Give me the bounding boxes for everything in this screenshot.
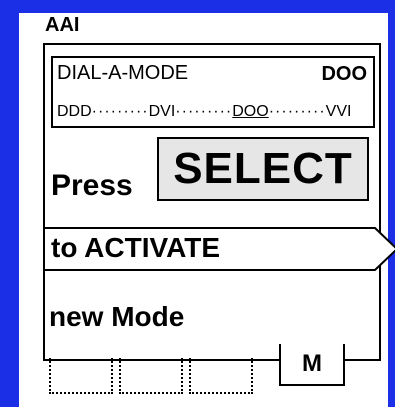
mode-option-vvi[interactable]: VVI	[326, 103, 352, 120]
device-screen: AAI DIAL-A-MODE DOO DDD·········DVI·····…	[19, 13, 395, 407]
mode-option-doo[interactable]: DOO	[232, 103, 268, 120]
dial-a-mode-label: DIAL-A-MODE	[57, 62, 189, 84]
dial-a-mode-box: DIAL-A-MODE DOO DDD·········DVI·········…	[51, 56, 375, 128]
mode-option-dvi[interactable]: DVI	[149, 103, 176, 120]
press-label: Press	[51, 169, 133, 202]
softkey-1[interactable]	[49, 358, 113, 394]
mode-separator: ·········	[175, 103, 233, 120]
select-button[interactable]: SELECT	[157, 137, 369, 201]
softkey-m[interactable]: M	[279, 344, 345, 386]
activate-banner: to ACTIVATE	[45, 227, 395, 271]
softkey-3[interactable]	[189, 358, 253, 394]
pacing-mode-title: AAI	[45, 14, 80, 36]
new-mode-label: new Mode	[49, 301, 185, 332]
mode-sequence: DDD·········DVI·········DOO·········VVI	[57, 103, 351, 121]
current-mode-value: DOO	[321, 63, 367, 85]
main-panel: DIAL-A-MODE DOO DDD·········DVI·········…	[43, 43, 395, 361]
mode-option-ddd[interactable]: DDD	[57, 103, 92, 120]
activate-label: to ACTIVATE	[51, 232, 221, 263]
mode-separator: ·········	[91, 103, 149, 120]
mode-separator: ·········	[268, 103, 326, 120]
softkey-2[interactable]	[119, 358, 183, 394]
